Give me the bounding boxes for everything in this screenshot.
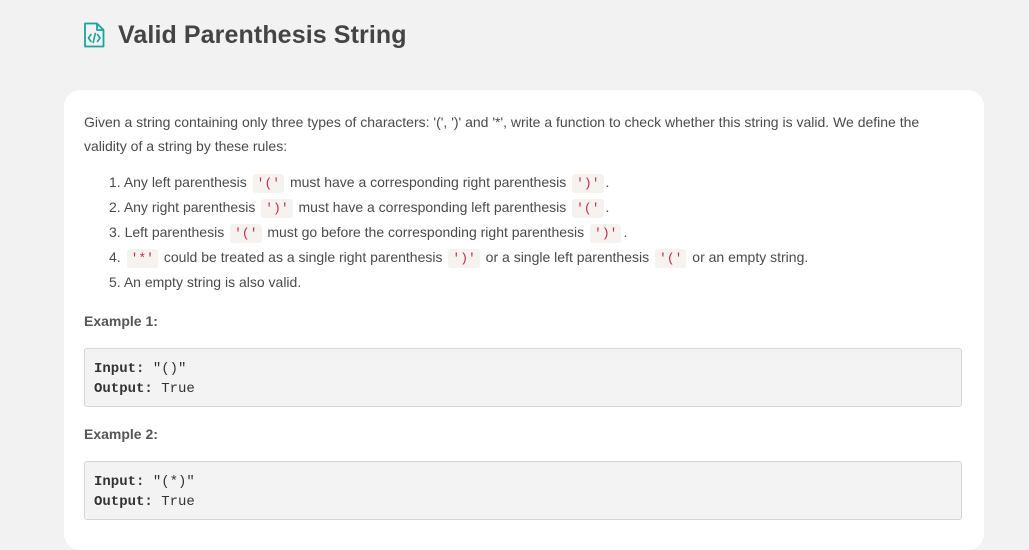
example-2-code-block: Input: "(*)" Output: True [84, 461, 962, 520]
rule-text: An empty string is also valid. [123, 274, 302, 290]
rule-text: must go before the corresponding right p… [263, 224, 589, 240]
problem-card: Given a string containing only three typ… [64, 90, 984, 550]
rule-item: 4. '*' could be treated as a single righ… [84, 245, 964, 270]
inline-code: '(' [230, 224, 262, 243]
inline-code: ')' [261, 199, 293, 218]
input-key: Input: [94, 474, 145, 490]
rule-text: could be treated as a single right paren… [159, 249, 447, 265]
output-value: True [152, 494, 195, 510]
rule-text: Left parenthesis [124, 224, 229, 240]
problem-content: Given a string containing only three typ… [84, 110, 964, 520]
example-2-label: Example 2: [84, 426, 158, 442]
problem-intro: Given a string containing only three typ… [84, 114, 920, 154]
input-value: "()" [144, 361, 187, 377]
example-1-output-line: Output: True [94, 379, 952, 399]
input-value: "(*)" [144, 474, 195, 490]
rule-number: 1. [109, 174, 121, 190]
example-1-label: Example 1: [84, 313, 158, 329]
example-1-code-block: Input: "()" Output: True [84, 348, 962, 407]
input-key: Input: [94, 361, 145, 377]
rule-text: or an empty string. [688, 249, 809, 265]
rule-text: Any left parenthesis [123, 174, 251, 190]
inline-code: '(' [572, 199, 604, 218]
page-header: Valid Parenthesis String [83, 18, 407, 52]
inline-code: ')' [572, 174, 604, 193]
example-2-input-line: Input: "(*)" [94, 472, 952, 492]
inline-code: '(' [655, 249, 687, 268]
rule-text: . [623, 224, 628, 240]
rule-item: 2. Any right parenthesis ')' must have a… [84, 195, 964, 220]
rule-text: must have a corresponding left parenthes… [294, 199, 571, 215]
inline-code: '(' [252, 174, 285, 193]
example-2-output-line: Output: True [94, 492, 952, 512]
output-value: True [152, 381, 195, 397]
rule-item: 3. Left parenthesis '(' must go before t… [84, 220, 964, 245]
example-1-input-line: Input: "()" [94, 359, 952, 379]
rule-text: or a single left parenthesis [481, 249, 654, 265]
output-key: Output: [94, 381, 153, 397]
rule-number: 2. [109, 199, 121, 215]
rule-number: 4. [109, 249, 121, 265]
rule-text: Any right parenthesis [123, 199, 260, 215]
rule-text: . [605, 199, 610, 215]
rule-text: must have a corresponding right parenthe… [286, 174, 571, 190]
rule-item: 1. Any left parenthesis '(' must have a … [84, 170, 964, 195]
rule-number: 3. [109, 224, 121, 240]
inline-code: ')' [590, 224, 622, 243]
inline-code: '*' [126, 249, 158, 268]
code-file-icon [83, 22, 105, 48]
rule-number: 5. [109, 274, 121, 290]
output-key: Output: [94, 494, 153, 510]
rule-item: 5. An empty string is also valid. [84, 270, 964, 295]
inline-code: ')' [448, 249, 480, 268]
rules-list: 1. Any left parenthesis '(' must have a … [84, 170, 964, 295]
rule-text: . [605, 174, 610, 190]
page-title: Valid Parenthesis String [118, 20, 407, 49]
